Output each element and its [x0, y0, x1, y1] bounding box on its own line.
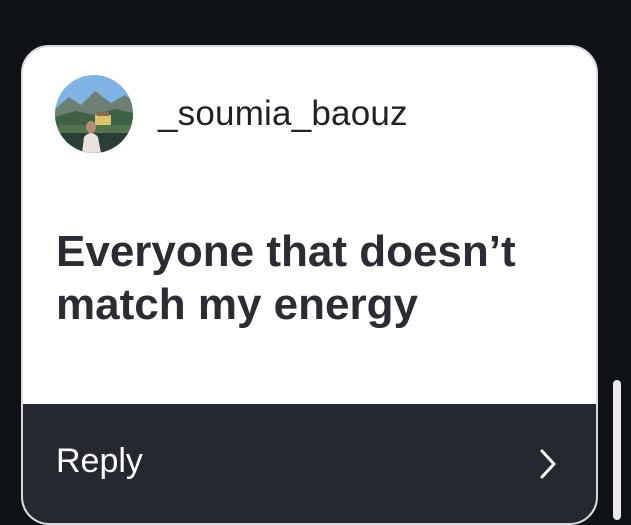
- question-line-2: match my energy: [56, 280, 418, 329]
- avatar-photo: [55, 75, 133, 153]
- profile-header: _soumia_baouz: [55, 75, 408, 153]
- chevron-right-icon: [538, 448, 558, 485]
- question-sticker-card[interactable]: _soumia_baouz Everyone that doesn’t matc…: [21, 45, 598, 525]
- question-line-1: Everyone that doesn’t: [56, 227, 516, 276]
- question-text: Everyone that doesn’t match my energy: [56, 225, 576, 331]
- reply-label: Reply: [56, 442, 143, 480]
- reply-button[interactable]: Reply: [23, 404, 596, 523]
- scrollbar[interactable]: [613, 380, 621, 520]
- username[interactable]: _soumia_baouz: [158, 94, 408, 134]
- avatar[interactable]: [55, 75, 133, 153]
